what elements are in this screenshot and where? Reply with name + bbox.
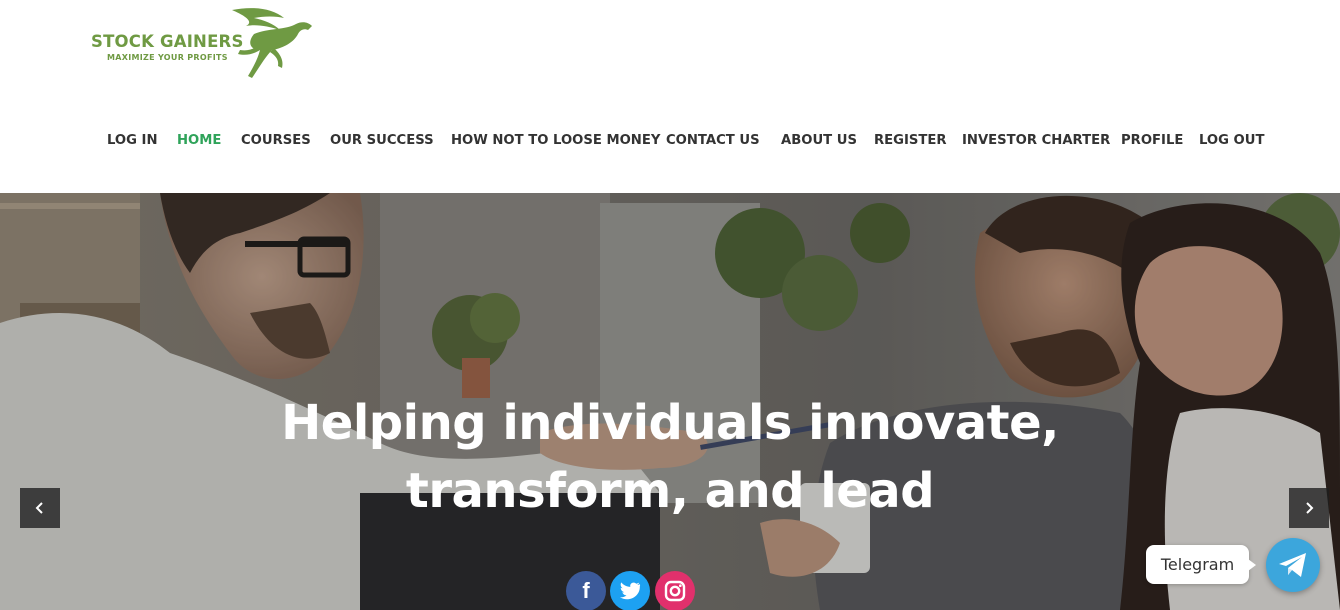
instagram-button[interactable] xyxy=(655,571,695,610)
twitter-icon xyxy=(619,582,641,600)
nav-about-us[interactable]: ABOUT US xyxy=(781,133,857,148)
chevron-left-icon xyxy=(35,502,43,514)
site-logo[interactable]: STOCK GAINERS MAXIMIZE YOUR PROFITS xyxy=(88,4,318,82)
nav-contact-us[interactable]: CONTACT US xyxy=(666,133,760,148)
pegasus-icon xyxy=(232,8,312,78)
telegram-label[interactable]: Telegram xyxy=(1146,545,1256,584)
slider-next-button[interactable] xyxy=(1289,488,1329,528)
facebook-icon: f xyxy=(582,578,590,603)
hero-slider: Helping individuals innovate, transform,… xyxy=(0,193,1340,610)
hero-heading-line-2: transform, and lead xyxy=(405,463,935,519)
nav-our-success[interactable]: OUR SUCCESS xyxy=(330,133,434,148)
nav-home[interactable]: HOME xyxy=(177,133,221,148)
instagram-icon xyxy=(664,580,686,602)
hero-heading: Helping individuals innovate, transform,… xyxy=(0,389,1340,525)
chevron-right-icon xyxy=(1306,502,1314,514)
facebook-button[interactable]: f xyxy=(566,571,606,610)
nav-log-in[interactable]: LOG IN xyxy=(107,133,158,148)
nav-how-not-to-loose-money[interactable]: HOW NOT TO LOOSE MONEY xyxy=(451,133,660,148)
nav-profile[interactable]: PROFILE xyxy=(1121,133,1183,148)
slider-prev-button[interactable] xyxy=(20,488,60,528)
logo-tagline: MAXIMIZE YOUR PROFITS xyxy=(107,53,228,62)
logo-name: STOCK GAINERS xyxy=(91,32,244,51)
telegram-button[interactable] xyxy=(1266,538,1320,592)
main-nav: LOG IN HOME COURSES OUR SUCCESS HOW NOT … xyxy=(0,133,1340,155)
hero-heading-line-1: Helping individuals innovate, xyxy=(281,395,1059,451)
telegram-icon xyxy=(1279,553,1306,577)
nav-log-out[interactable]: LOG OUT xyxy=(1199,133,1264,148)
site-header: STOCK GAINERS MAXIMIZE YOUR PROFITS LOG … xyxy=(0,0,1340,193)
nav-investor-charter[interactable]: INVESTOR CHARTER xyxy=(962,133,1110,148)
nav-courses[interactable]: COURSES xyxy=(241,133,311,148)
twitter-button[interactable] xyxy=(610,571,650,610)
nav-register[interactable]: REGISTER xyxy=(874,133,947,148)
